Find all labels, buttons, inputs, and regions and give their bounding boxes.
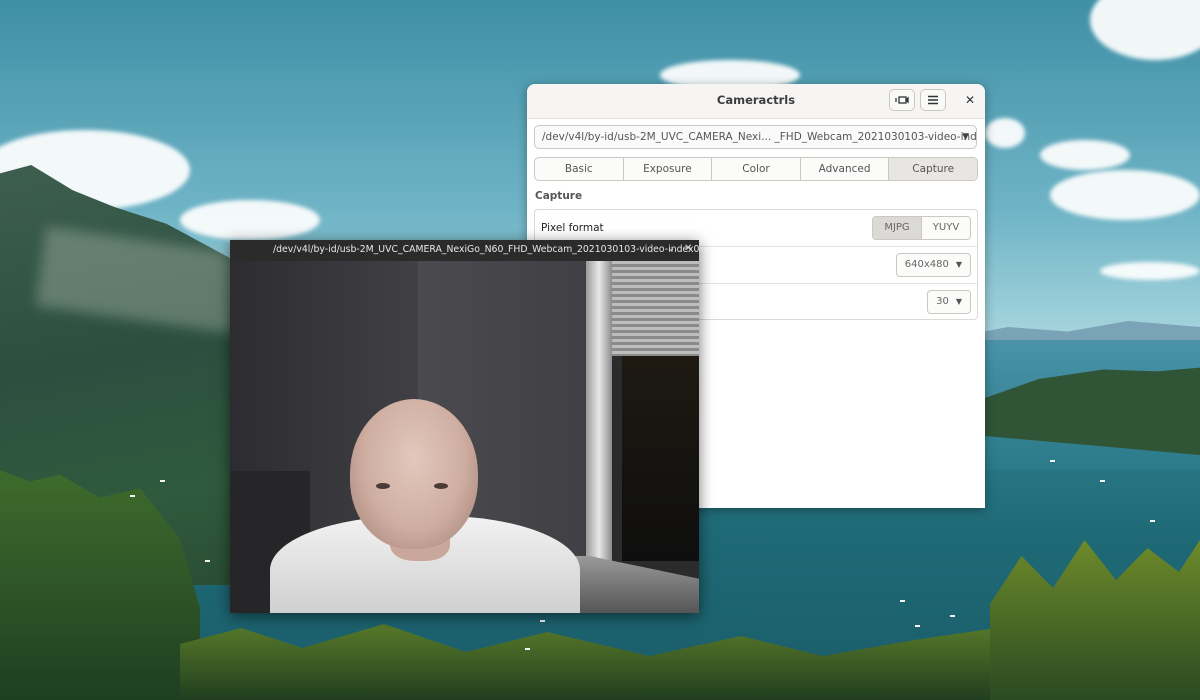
tab-advanced[interactable]: Advanced — [801, 158, 890, 180]
close-icon: ✕ — [684, 243, 693, 254]
tab-exposure[interactable]: Exposure — [624, 158, 713, 180]
hamburger-menu-icon — [928, 95, 938, 105]
close-icon: ✕ — [964, 93, 975, 107]
resolution-dropdown[interactable]: 640x480 ▼ — [895, 253, 971, 277]
pixel-format-label: Pixel format — [541, 222, 604, 234]
resolution-value: 640x480 — [904, 259, 949, 270]
chevron-down-icon: ▼ — [962, 132, 969, 142]
pixel-format-toggle: MJPG YUYV — [872, 216, 971, 240]
tab-bar: Basic Exposure Color Advanced Capture — [534, 157, 978, 181]
tab-color[interactable]: Color — [712, 158, 801, 180]
video-window-title: /dev/v4l/by-id/usb-2M_UVC_CAMERA_NexiGo_… — [273, 244, 699, 255]
pixel-format-mjpg-button[interactable]: MJPG — [873, 217, 922, 239]
device-select[interactable]: /dev/v4l/by-id/usb-2M_UVC_CAMERA_Nexi...… — [534, 125, 977, 149]
tab-capture[interactable]: Capture — [889, 158, 977, 180]
pixel-format-yuyv-button[interactable]: YUYV — [922, 217, 970, 239]
camera-switch-icon — [895, 96, 909, 104]
video-close-button[interactable]: ✕ — [684, 243, 692, 254]
tab-basic[interactable]: Basic — [535, 158, 624, 180]
window-title: Cameractrls — [716, 93, 796, 107]
video-titlebar: /dev/v4l/by-id/usb-2M_UVC_CAMERA_NexiGo_… — [230, 240, 699, 261]
menu-button[interactable] — [920, 89, 946, 111]
video-preview-window: /dev/v4l/by-id/usb-2M_UVC_CAMERA_NexiGo_… — [230, 240, 699, 613]
chevron-down-icon: ⌄ — [667, 243, 676, 254]
device-select-value: /dev/v4l/by-id/usb-2M_UVC_CAMERA_Nexi...… — [542, 131, 977, 143]
chevron-down-icon: ▼ — [955, 260, 962, 269]
window-header: Cameractrls ✕ — [527, 84, 985, 119]
fps-dropdown[interactable]: 30 ▼ — [927, 290, 971, 314]
webcam-video-feed — [230, 261, 699, 613]
chevron-down-icon: ▼ — [955, 297, 962, 306]
section-title: Capture — [535, 190, 583, 202]
minimize-button[interactable]: ⌄ — [667, 243, 675, 254]
camera-switch-button[interactable] — [889, 89, 915, 111]
close-button[interactable]: ✕ — [965, 93, 975, 107]
fps-value: 30 — [936, 296, 949, 307]
